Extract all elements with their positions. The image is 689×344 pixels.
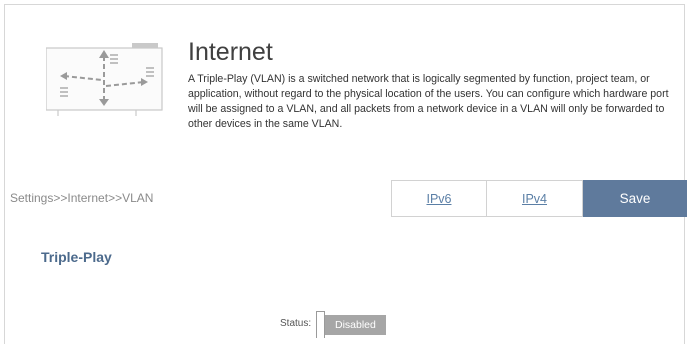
section-title: Triple-Play: [41, 249, 112, 265]
vlan-network-illustration-icon: [46, 43, 163, 116]
status-toggle[interactable]: Disabled: [316, 311, 386, 338]
toolbar: IPv6 IPv4 Save: [391, 180, 687, 217]
save-button[interactable]: Save: [583, 180, 687, 217]
tab-ipv6[interactable]: IPv6: [391, 180, 487, 217]
status-value: Disabled: [325, 315, 386, 335]
breadcrumb: Settings>>Internet>>VLAN: [10, 191, 154, 205]
page-description: A Triple-Play (VLAN) is a switched netwo…: [188, 73, 669, 130]
status-label: Status:: [280, 318, 312, 329]
page-title: Internet: [188, 38, 273, 66]
tab-ipv4[interactable]: IPv4: [487, 180, 583, 217]
toggle-knob[interactable]: [316, 311, 325, 338]
